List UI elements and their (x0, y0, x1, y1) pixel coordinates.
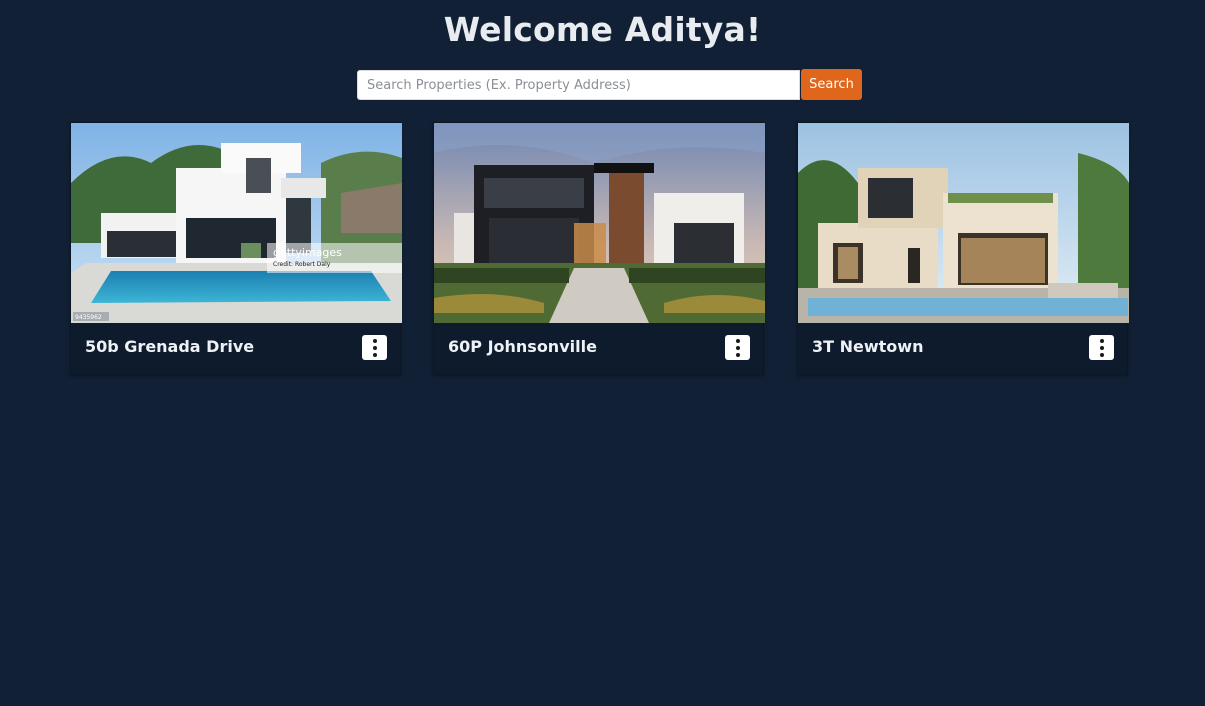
kebab-dot-icon (1099, 345, 1104, 350)
property-image[interactable] (798, 123, 1129, 323)
search-input[interactable] (357, 70, 800, 100)
property-title: 50b Grenada Drive (85, 337, 255, 356)
property-card[interactable]: 60P Johnsonville (433, 122, 765, 375)
more-options-button[interactable] (1089, 335, 1114, 360)
kebab-dot-icon (372, 352, 377, 357)
property-card[interactable]: 3T Newtown (797, 122, 1129, 375)
property-image[interactable] (434, 123, 765, 323)
property-title: 60P Johnsonville (448, 337, 597, 356)
kebab-dot-icon (735, 345, 740, 350)
kebab-dot-icon (372, 338, 377, 343)
kebab-dot-icon (1099, 352, 1104, 357)
more-options-button[interactable] (725, 335, 750, 360)
property-card[interactable]: gettyimages Credit: Robert Daly 9435962 … (70, 122, 402, 375)
page-title: Welcome Aditya! (443, 10, 762, 49)
property-title: 3T Newtown (812, 337, 924, 356)
property-image[interactable]: gettyimages Credit: Robert Daly 9435962 (71, 123, 402, 323)
search-button[interactable]: Search (801, 69, 862, 100)
image-credit: Credit: Robert Daly (273, 261, 331, 268)
more-options-button[interactable] (362, 335, 387, 360)
image-watermark: gettyimages (273, 246, 342, 259)
kebab-dot-icon (372, 345, 377, 350)
search-bar: Search (357, 69, 862, 100)
kebab-dot-icon (1099, 338, 1104, 343)
image-tag: 9435962 (75, 314, 102, 321)
kebab-dot-icon (735, 338, 740, 343)
kebab-dot-icon (735, 352, 740, 357)
